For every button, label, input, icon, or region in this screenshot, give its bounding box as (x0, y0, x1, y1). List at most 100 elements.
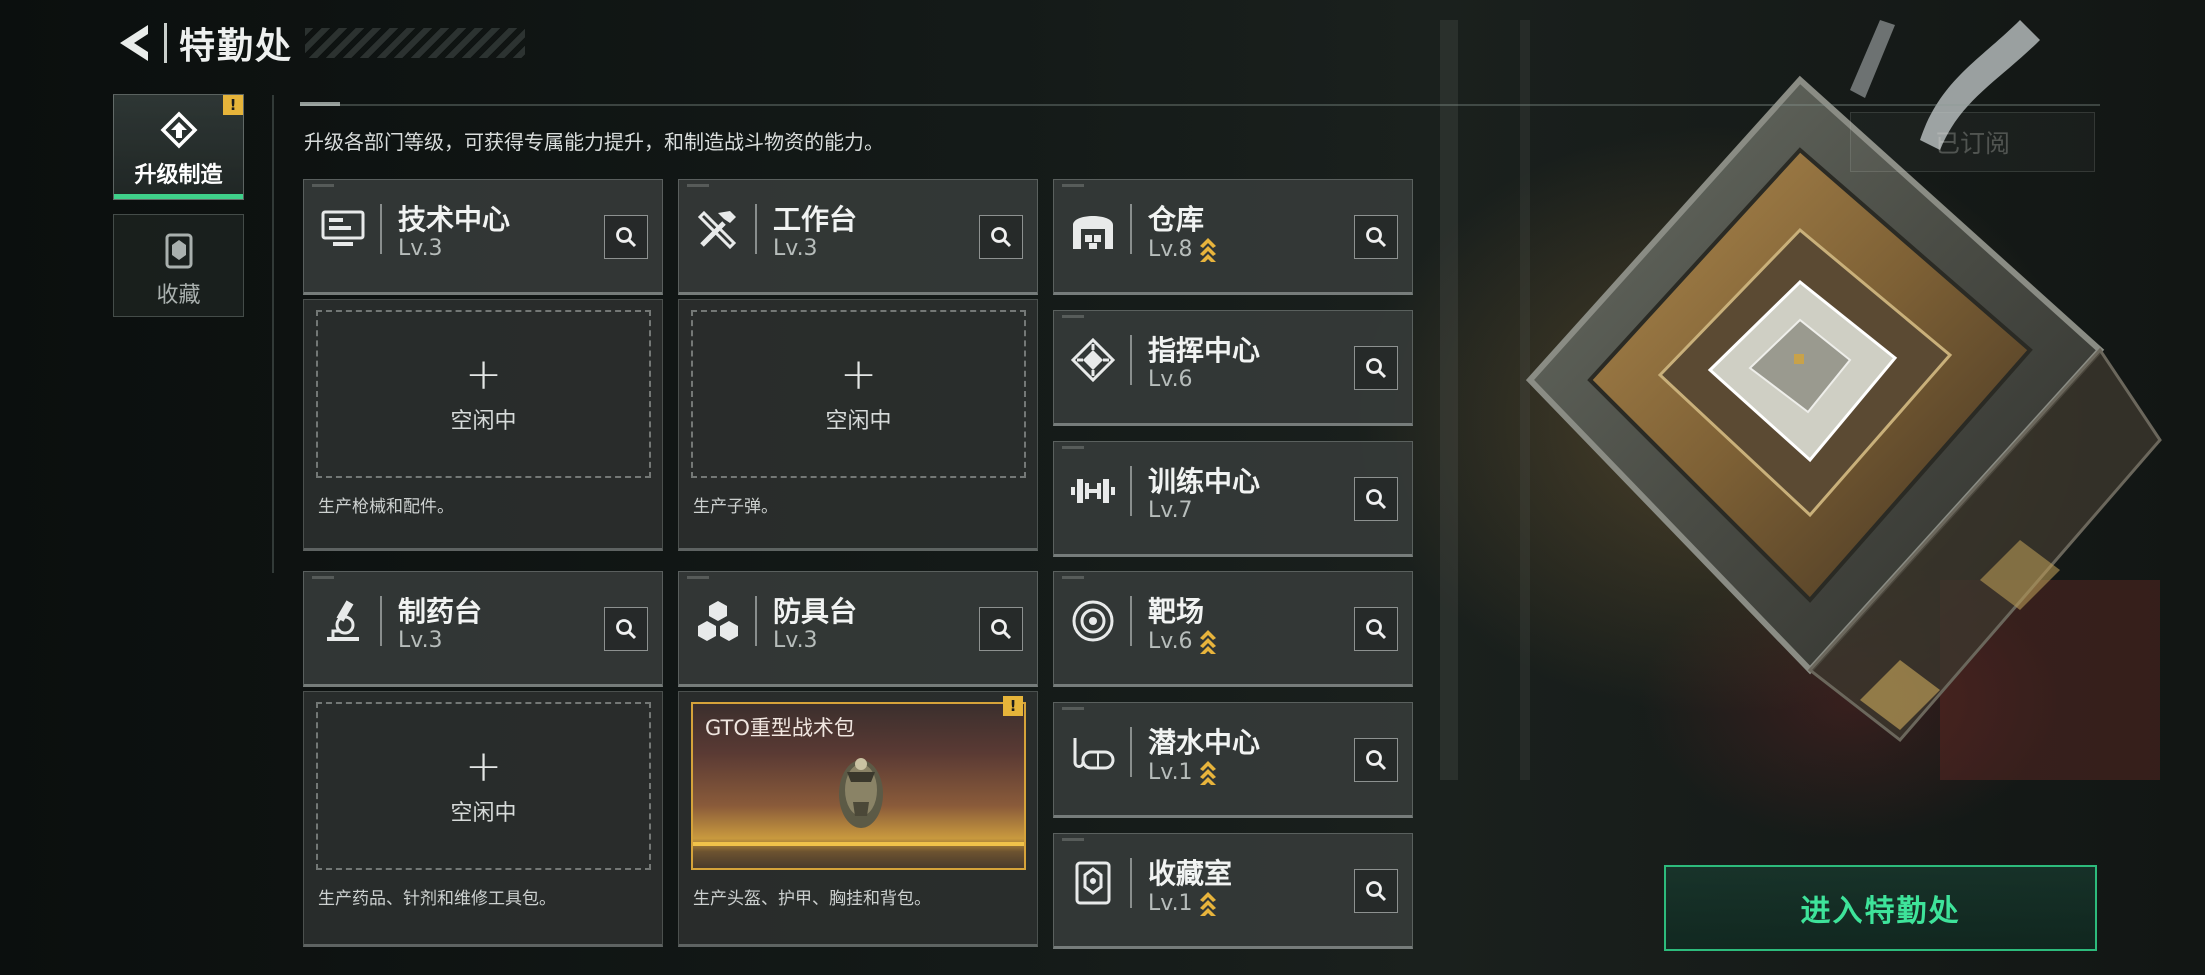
level-text: Lv.7 (1148, 498, 1193, 523)
search-button[interactable] (604, 607, 648, 651)
level-text: Lv.3 (398, 628, 443, 653)
page-subtitle: 升级各部门等级，可获得专属能力提升，和制造战斗物资的能力。 (304, 130, 884, 154)
upgrade-available-icon (1199, 892, 1216, 916)
department-level: Lv.3 (773, 628, 818, 653)
search-button[interactable] (1354, 869, 1398, 913)
add-icon: + (465, 741, 502, 792)
department-level: Lv.6 (1148, 628, 1217, 654)
back-button[interactable] (112, 19, 156, 67)
level-text: Lv.3 (773, 236, 818, 261)
search-icon (991, 227, 1012, 248)
tab-collection[interactable]: 收藏 (113, 214, 244, 317)
department-card-diving-center[interactable]: 潜水中心 Lv.1 (1053, 702, 1413, 818)
search-icon (1366, 619, 1387, 640)
diving-mask-icon (1066, 725, 1120, 779)
search-icon (616, 227, 637, 248)
warehouse-icon (1066, 202, 1120, 256)
card-divider (1130, 466, 1132, 516)
alert-badge: ! (1003, 696, 1023, 716)
upgrade-available-icon (1199, 630, 1216, 654)
card-decoration (312, 184, 334, 187)
microscope-icon (316, 594, 370, 648)
card-decoration (1062, 315, 1084, 318)
card-divider (1130, 335, 1132, 385)
department-card-workbench[interactable]: 工作台 Lv.3 (678, 179, 1038, 295)
card-decoration (687, 184, 709, 187)
tab-label: 升级制造 (134, 163, 223, 188)
department-card-armor[interactable]: 防具台 Lv.3 (678, 571, 1038, 687)
search-button[interactable] (604, 215, 648, 259)
department-name: 制药台 (398, 595, 483, 628)
search-icon (1366, 358, 1387, 379)
level-text: Lv.3 (398, 236, 443, 261)
idle-label: 空闲中 (450, 801, 517, 826)
search-button[interactable] (1354, 477, 1398, 521)
department-level: Lv.3 (398, 628, 443, 653)
enter-special-ops-button[interactable]: 进入特勤处 (1664, 865, 2097, 951)
department-level: Lv.6 (1148, 367, 1193, 392)
production-panel-armor: GTO重型战术包 ! 生产头盔、护甲、胸挂和背包。 (678, 691, 1038, 947)
upgrade-available-icon (1199, 238, 1216, 262)
subscribe-label: 已订阅 (1934, 129, 2010, 158)
card-divider (380, 204, 382, 254)
search-button[interactable] (1354, 215, 1398, 259)
card-divider (380, 596, 382, 646)
department-card-shooting-range[interactable]: 靶场 Lv.6 (1053, 571, 1413, 687)
department-name: 收藏室 (1148, 857, 1233, 890)
production-description: 生产枪械和配件。 (318, 497, 454, 517)
department-card-tech-center[interactable]: 技术中心 Lv.3 (303, 179, 663, 295)
alert-badge: ! (223, 95, 243, 115)
department-card-pharmacy[interactable]: 制药台 Lv.3 (303, 571, 663, 687)
department-name: 防具台 (773, 595, 858, 628)
search-icon (1366, 227, 1387, 248)
crafting-item-slot[interactable]: GTO重型战术包 (691, 702, 1026, 870)
department-card-training-center[interactable]: 训练中心 Lv.7 (1053, 441, 1413, 557)
search-button[interactable] (979, 607, 1023, 651)
card-divider (755, 204, 757, 254)
department-card-collection-room[interactable]: 收藏室 Lv.1 (1053, 833, 1413, 949)
department-level: Lv.3 (773, 236, 818, 261)
department-name: 指挥中心 (1148, 334, 1261, 367)
header-separator (164, 23, 167, 63)
department-card-command-center[interactable]: 指挥中心 Lv.6 (1053, 310, 1413, 426)
item-name: GTO重型战术包 (705, 716, 855, 740)
department-name: 工作台 (773, 203, 858, 236)
page-title: 特勤处 (179, 26, 294, 67)
level-text: Lv.6 (1148, 628, 1193, 654)
trophy-icon (1066, 856, 1120, 910)
card-divider (1130, 727, 1132, 777)
cubes-icon (691, 594, 745, 648)
active-indicator (114, 194, 243, 199)
upgrade-icon (114, 111, 243, 151)
level-text: Lv.3 (773, 628, 818, 653)
search-button[interactable] (1354, 346, 1398, 390)
production-description: 生产药品、针剂和维修工具包。 (318, 889, 556, 909)
computer-icon (316, 202, 370, 256)
back-arrow-icon (120, 25, 148, 61)
search-button[interactable] (1354, 738, 1398, 782)
production-description: 生产头盔、护甲、胸挂和背包。 (693, 889, 931, 909)
idle-slot[interactable]: + 空闲中 (316, 310, 651, 478)
search-icon (1366, 881, 1387, 902)
card-decoration (687, 576, 709, 579)
search-button[interactable] (1354, 607, 1398, 651)
top-divider (300, 104, 2100, 106)
level-text: Lv.6 (1148, 367, 1193, 392)
idle-slot[interactable]: + 空闲中 (316, 702, 651, 870)
card-decoration (1062, 446, 1084, 449)
tab-label: 收藏 (156, 283, 201, 308)
tab-upgrade-craft[interactable]: ! 升级制造 (113, 94, 244, 200)
department-level: Lv.7 (1148, 498, 1193, 523)
card-decoration (1062, 576, 1084, 579)
subscribe-button[interactable]: 已订阅 (1850, 112, 2095, 172)
card-divider (1130, 204, 1132, 254)
card-decoration (1062, 707, 1084, 710)
department-name: 仓库 (1148, 203, 1205, 236)
idle-slot[interactable]: + 空闲中 (691, 310, 1026, 478)
level-text: Lv.1 (1148, 890, 1193, 916)
department-card-warehouse[interactable]: 仓库 Lv.8 (1053, 179, 1413, 295)
search-button[interactable] (979, 215, 1023, 259)
top-divider-mark (300, 102, 340, 106)
title-decoration (305, 28, 526, 58)
chip-icon (1066, 333, 1120, 387)
